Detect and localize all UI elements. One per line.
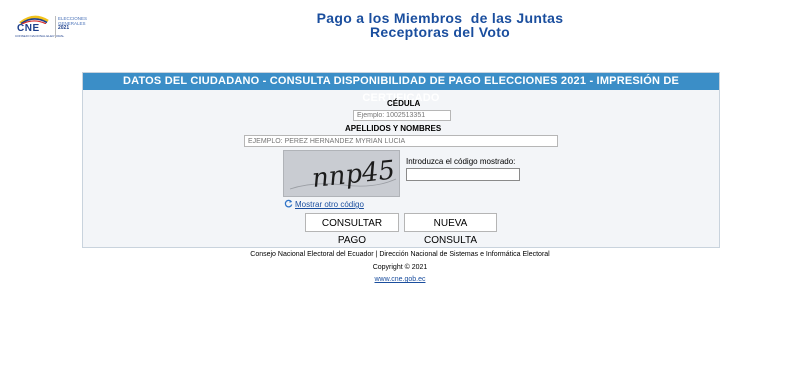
page-title: Pago a los Miembros de las Juntas Recept… — [200, 11, 680, 39]
logo-text: CNE — [17, 23, 40, 34]
refresh-link[interactable]: Mostrar otro código — [295, 200, 364, 209]
footer-link-wrap: www.cne.gob.ec — [0, 276, 800, 283]
panel-header: DATOS DEL CIUDADANO - CONSULTA DISPONIBI… — [83, 73, 719, 104]
cne-emblem: CNE CONSEJO NACIONAL ELECTORAL — [14, 14, 64, 40]
page-title-line2: Receptoras del Voto — [369, 24, 511, 40]
captcha-image: nnp45 — [283, 150, 400, 197]
refresh-icon[interactable] — [284, 199, 293, 208]
nombres-input[interactable] — [244, 135, 558, 147]
captcha-input[interactable] — [406, 168, 520, 181]
nueva-consulta-button[interactable]: NUEVA CONSULTA — [404, 213, 497, 246]
consultar-pago-button[interactable]: CONSULTAR PAGO — [305, 213, 399, 246]
nombres-label: APELLIDOS Y NOMBRES — [345, 124, 442, 133]
footer-org: Consejo Nacional Electoral del Ecuador |… — [250, 251, 550, 258]
elecciones-year: 2021 — [58, 25, 70, 31]
captcha-text: nnp45 — [311, 155, 397, 194]
cedula-label: CÉDULA — [387, 99, 421, 108]
logo-subtext: CONSEJO NACIONAL ELECTORAL — [15, 34, 65, 38]
captcha-canvas: nnp45 — [289, 155, 397, 194]
captcha-prompt: Introduzca el código mostrado: — [406, 157, 516, 166]
logo-divider — [55, 16, 56, 38]
refresh-captcha[interactable]: Mostrar otro código — [284, 199, 364, 209]
footer-copyright: Copyright © 2021 — [372, 264, 428, 271]
consulta-panel: DATOS DEL CIUDADANO - CONSULTA DISPONIBI… — [82, 72, 720, 248]
cedula-input[interactable] — [353, 110, 451, 121]
page-title-line1: Pago a los Miembros de las Juntas — [316, 10, 564, 26]
elecciones-badge: ELECCIONES GENERALES 2021 — [58, 16, 87, 31]
cne-logo: CNE CONSEJO NACIONAL ELECTORAL ELECCIONE… — [14, 14, 87, 40]
cne-website-link[interactable]: www.cne.gob.ec — [375, 276, 426, 283]
